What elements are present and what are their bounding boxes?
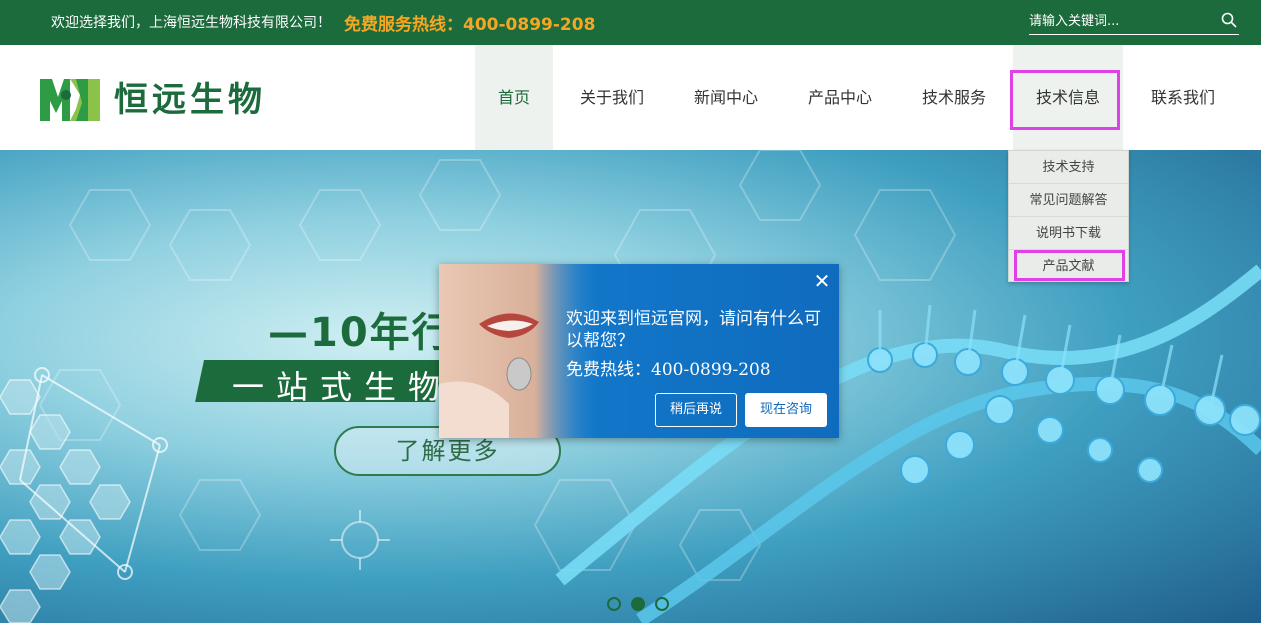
highlight-box <box>1010 70 1120 130</box>
dropdown-item-label: 常见问题解答 <box>1029 193 1108 208</box>
nav-item-label: 首页 <box>497 88 530 107</box>
close-icon[interactable]: ✕ <box>811 270 833 292</box>
carousel-dot-2[interactable] <box>631 597 645 611</box>
consult-popup: ✕ 欢迎来到恒远官网，请问有什么可以帮您？ 免费热线：400-0899-208 … <box>439 264 839 438</box>
nav-item-about[interactable]: 关于我们 <box>570 45 654 150</box>
dropdown-item-product-literature[interactable]: 产品文献 <box>1009 250 1128 283</box>
carousel-dot-3[interactable] <box>655 597 669 611</box>
nav-item-label: 关于我们 <box>579 88 644 107</box>
logo-mark-icon <box>40 79 100 121</box>
popup-phone: 免费热线：400-0899-208 <box>566 360 771 380</box>
logo[interactable]: 恒远生物 <box>40 79 300 121</box>
logo-text: 恒远生物 <box>114 80 266 120</box>
search-box <box>1029 9 1239 35</box>
welcome-text: 欢迎选择我们，上海恒远生物科技有限公司！ <box>51 15 331 31</box>
dropdown-item-label: 说明书下载 <box>1035 226 1101 241</box>
nav-item-tech-info[interactable]: 技术信息 <box>1010 45 1123 150</box>
nav-item-label: 技术服务 <box>921 88 986 107</box>
consult-now-button[interactable]: 现在咨询 <box>745 393 827 427</box>
search-icon[interactable] <box>1221 12 1237 28</box>
banner-slogan-primary: —10年行 <box>268 310 454 356</box>
nav-item-label: 联系我们 <box>1150 88 1215 107</box>
dropdown-item-faq[interactable]: 常见问题解答 <box>1009 184 1128 217</box>
nav-item-products[interactable]: 产品中心 <box>798 45 882 150</box>
nav-item-label: 新闻中心 <box>693 88 758 107</box>
nav-item-contact[interactable]: 联系我们 <box>1141 45 1225 150</box>
dropdown-item-label: 技术支持 <box>1042 160 1095 175</box>
nav-item-tech-service[interactable]: 技术服务 <box>912 45 996 150</box>
later-button[interactable]: 稍后再说 <box>655 393 737 427</box>
nav-item-label: 产品中心 <box>807 88 872 107</box>
search-input[interactable] <box>1029 11 1209 31</box>
highlight-box <box>1014 250 1125 281</box>
nav-item-home[interactable]: 首页 <box>475 45 553 150</box>
dropdown-item-tech-support[interactable]: 技术支持 <box>1009 151 1128 184</box>
top-bar: 欢迎选择我们，上海恒远生物科技有限公司！ 免费服务热线：400-0899-208 <box>0 0 1261 45</box>
hotline-text: 免费服务热线：400-0899-208 <box>344 15 596 35</box>
popup-message: 欢迎来到恒远官网，请问有什么可以帮您？ <box>566 309 821 351</box>
header: 恒远生物 首页 关于我们 新闻中心 产品中心 技术服务 技术信息 联系我们 <box>0 45 1261 150</box>
tech-info-dropdown: 技术支持 常见问题解答 说明书下载 产品文献 <box>1008 150 1129 282</box>
dropdown-item-manual-download[interactable]: 说明书下载 <box>1009 217 1128 250</box>
nav-item-news[interactable]: 新闻中心 <box>684 45 768 150</box>
carousel-dot-1[interactable] <box>607 597 621 611</box>
